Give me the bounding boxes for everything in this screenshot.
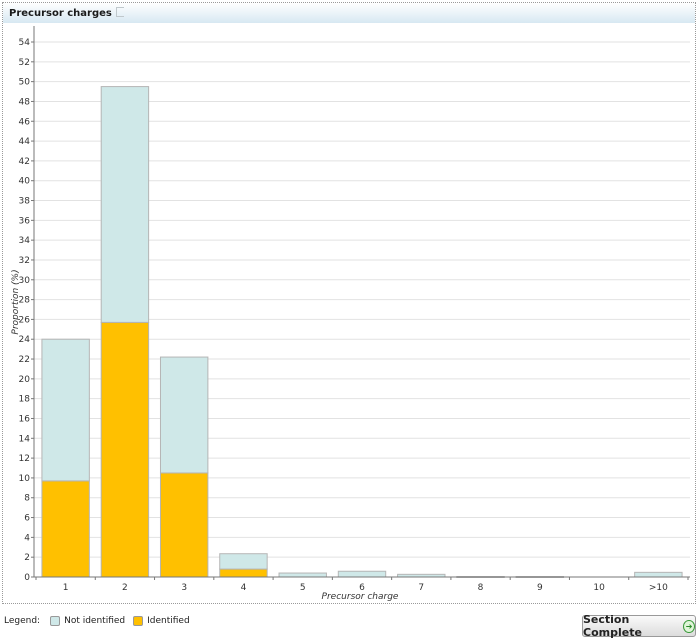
bar-not-identified — [219, 553, 268, 570]
y-tick-label: 24 — [19, 335, 31, 345]
x-tick-label: 1 — [63, 583, 69, 593]
bar-not-identified — [159, 356, 209, 474]
x-axis-label: Precursor charge — [322, 592, 399, 602]
y-tick-label: 48 — [19, 97, 31, 107]
x-tick-label: 2 — [122, 583, 128, 593]
bar-chart: 0246810121416182022242628303234363840424… — [11, 26, 690, 602]
y-tick-label: 46 — [19, 117, 31, 127]
y-tick-label: 40 — [19, 177, 31, 187]
y-axis-label: Proportion (%) — [11, 269, 21, 334]
legend-label: Legend: — [4, 616, 41, 626]
x-tick-label: 4 — [241, 583, 247, 593]
y-tick-label: 0 — [24, 573, 30, 583]
bar-not-identified — [634, 571, 683, 578]
y-tick-label: 52 — [19, 58, 30, 68]
y-tick-label: 8 — [24, 494, 30, 504]
y-tick-label: 38 — [19, 197, 31, 207]
legend-swatch-not-identified — [50, 616, 61, 626]
x-tick-label: 9 — [537, 583, 543, 593]
bar-not-identified — [278, 572, 327, 578]
legend-item-not-identified: Not identified — [50, 616, 125, 626]
y-tick-label: 2 — [24, 553, 30, 563]
y-tick-label: 22 — [19, 355, 30, 365]
y-tick-label: 50 — [19, 78, 31, 88]
x-tick-label: 8 — [478, 583, 484, 593]
y-tick-label: 44 — [19, 137, 31, 147]
section-complete-label: Section Complete — [583, 613, 642, 639]
legend-swatch-identified — [133, 616, 144, 626]
section-complete-button[interactable]: Section Complete ➔ — [582, 613, 696, 639]
x-tick-label: 3 — [181, 583, 187, 593]
y-tick-label: 16 — [19, 414, 31, 424]
y-tick-label: 18 — [19, 395, 31, 405]
bars — [41, 86, 683, 579]
bar-identified — [219, 568, 268, 578]
y-tick-label: 12 — [19, 454, 30, 464]
y-tick-label: 4 — [24, 533, 30, 543]
bar-identified — [100, 321, 150, 578]
y-tick-label: 32 — [19, 256, 30, 266]
legend-text-not-identified: Not identified — [64, 616, 126, 626]
bar-identified — [159, 472, 209, 578]
y-tick-label: 6 — [24, 514, 30, 524]
x-tick-label: 5 — [300, 583, 306, 593]
y-tick-label: 42 — [19, 157, 30, 167]
bar-not-identified — [337, 570, 387, 578]
arrow-right-icon: ➔ — [683, 619, 695, 633]
y-tick-label: 20 — [19, 375, 31, 385]
legend: Legend: Not identified Identified — [4, 616, 198, 626]
bar-not-identified — [100, 86, 150, 323]
legend-item-identified: Identified — [133, 616, 190, 626]
bar-identified — [41, 480, 90, 578]
bar-not-identified — [41, 338, 90, 482]
y-tick-label: 36 — [19, 216, 31, 226]
y-tick-label: 34 — [19, 236, 31, 246]
x-tick-label: 10 — [593, 583, 605, 593]
x-tick-label: >10 — [649, 583, 668, 593]
legend-text-identified: Identified — [147, 616, 190, 626]
y-tick-label: 54 — [19, 38, 31, 48]
y-tick-label: 14 — [19, 434, 31, 444]
y-tick-label: 10 — [19, 474, 31, 484]
x-tick-label: 7 — [418, 583, 424, 593]
